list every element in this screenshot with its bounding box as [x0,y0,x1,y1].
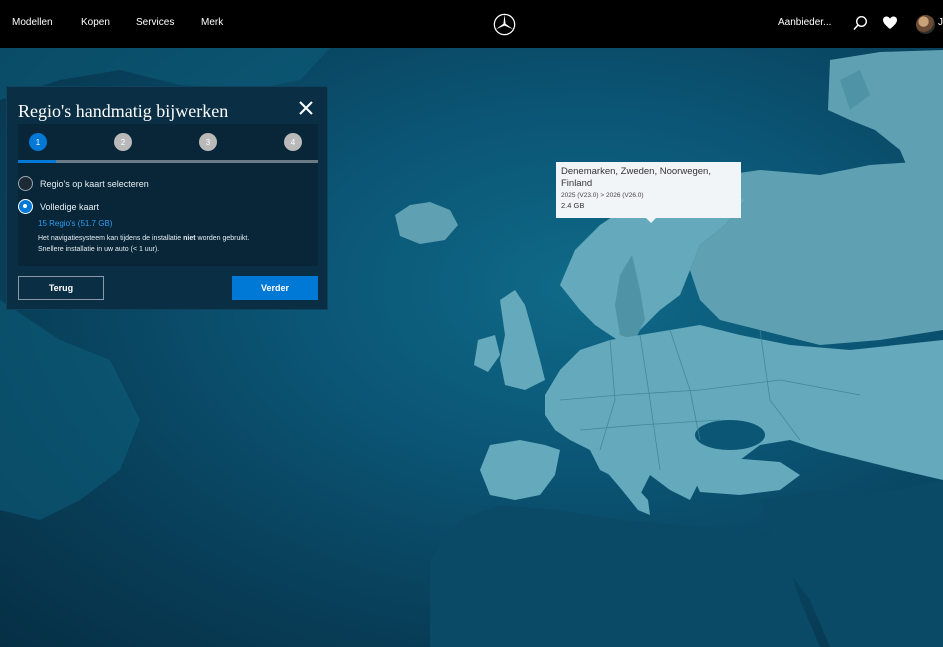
radio-full-map[interactable] [18,199,33,214]
option-description: Het navigatiesysteem kan tijdens de inst… [38,235,250,253]
top-navigation: Modellen Kopen Services Merk Aanbieder..… [0,0,943,48]
step-1[interactable]: 1 [29,133,47,151]
nav-item-modellen[interactable]: Modellen [12,17,53,28]
tooltip-arrow [646,218,656,223]
close-icon[interactable] [297,99,315,117]
step-progress-fill [18,160,56,163]
user-avatar[interactable] [916,15,935,34]
step-progress-track [18,160,318,163]
back-button[interactable]: Terug [18,276,104,300]
option-label: Volledige kaart [40,201,100,212]
step-3[interactable]: 3 [199,133,217,151]
nav-item-merk[interactable]: Merk [201,17,223,28]
nav-item-kopen[interactable]: Kopen [81,17,110,28]
option-full-map[interactable]: Volledige kaart [18,199,99,214]
nav-offers-link[interactable]: Aanbieder... [778,17,831,28]
selected-summary: 15 Regio's (51.7 GB) [38,219,113,228]
search-icon[interactable] [852,15,868,31]
option-select-on-map[interactable]: Regio's op kaart selecteren [18,176,149,191]
nav-item-services[interactable]: Services [136,17,174,28]
dialog-title: Regio's handmatig bijwerken [18,101,229,121]
next-button[interactable]: Verder [232,276,318,300]
radio-select-on-map[interactable] [18,176,33,191]
region-tooltip: Denemarken, Zweden, Noorwegen, Finland 2… [556,162,741,218]
option-label: Regio's op kaart selecteren [40,178,149,189]
tooltip-size: 2.4 GB [561,201,585,210]
heart-icon[interactable] [882,15,898,31]
step-4[interactable]: 4 [284,133,302,151]
step-2[interactable]: 2 [114,133,132,151]
tooltip-version: 2025 (V23.0) > 2026 (V26.0) [561,192,644,199]
stepper: 1 2 3 4 [18,124,318,163]
user-initial: J [938,17,943,28]
tooltip-title: Denemarken, Zweden, Noorwegen, Finland [561,166,711,189]
update-regions-dialog: Regio's handmatig bijwerken 1 2 3 4 Regi… [6,86,328,310]
mercedes-star-icon[interactable] [493,13,516,36]
